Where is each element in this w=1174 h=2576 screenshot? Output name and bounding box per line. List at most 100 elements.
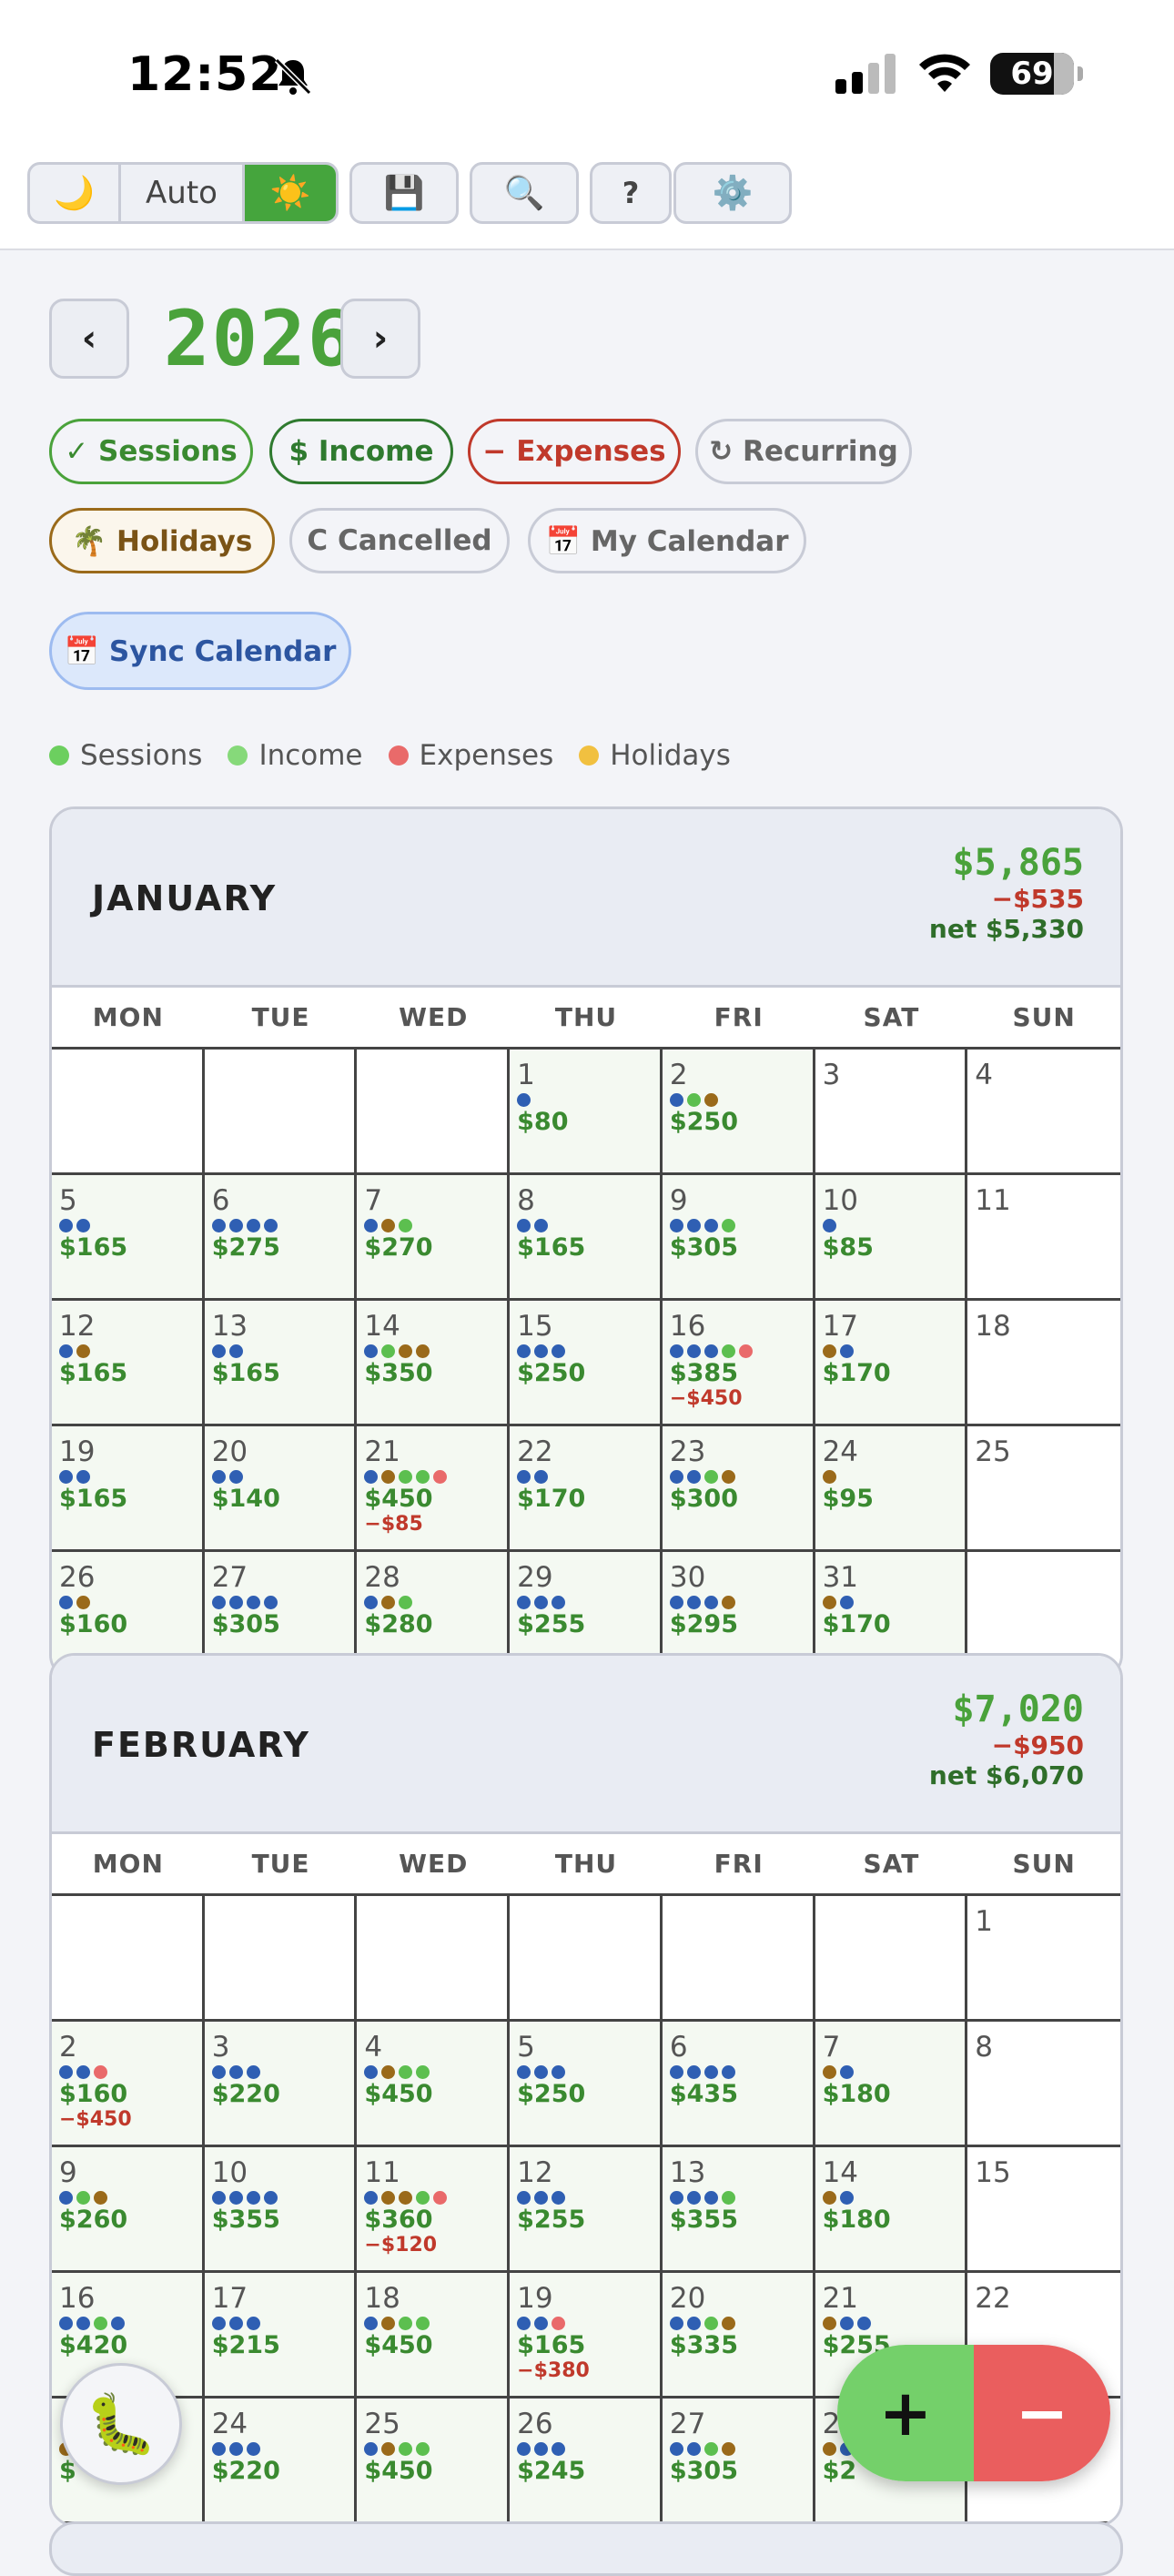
calendar-day-cell[interactable]: 4 $450 [357,2022,511,2147]
calendar-day-cell[interactable]: 18 [967,1301,1120,1426]
calendar-day-cell[interactable]: 20 $140 [204,1426,358,1552]
help-button[interactable]: ? [592,165,669,221]
add-income-button[interactable]: + [837,2345,974,2481]
theme-auto-button[interactable]: Auto [121,165,245,221]
year-title: 2026 [164,294,356,383]
sync-calendar-button[interactable]: 📅 Sync Calendar [49,612,351,690]
calendar-empty-cell [52,1050,205,1175]
day-income-amount: $305 [669,1233,738,1262]
day-number: 15 [975,2156,1011,2189]
day-income-amount: $275 [211,1233,280,1262]
event-dot [721,1596,735,1609]
calendar-day-cell[interactable]: 9 $305 [662,1175,815,1301]
calendar-day-cell[interactable]: 11 [967,1175,1120,1301]
event-dot [228,1219,243,1232]
event-dot [534,1470,549,1484]
calendar-day-cell[interactable]: 8 $165 [510,1175,663,1301]
event-dot [703,2317,718,2330]
event-dots [211,2065,355,2080]
next-year-button[interactable]: › [340,299,420,379]
calendar-day-cell[interactable]: 22 $170 [510,1426,663,1552]
event-dots [364,2317,507,2331]
calendar-day-cell[interactable]: 2 $160 −$450 [52,2022,205,2147]
calendar-day-cell[interactable]: 1 $80 [510,1050,663,1175]
event-dots [822,1344,966,1359]
calendar-day-cell[interactable]: 17 $215 [204,2273,358,2399]
calendar-day-cell[interactable]: 14 $350 [357,1301,511,1426]
event-dot [669,1093,683,1107]
filter-sessions-chip[interactable]: ✓ Sessions [49,419,253,484]
calendar-day-cell[interactable]: 7 $270 [357,1175,511,1301]
prev-year-button[interactable]: ‹ [49,299,129,379]
search-button-group: 🔍 [470,162,579,224]
calendar-day-cell[interactable]: 11 $360 −$120 [357,2147,511,2273]
calendar-day-cell[interactable]: 13 $355 [662,2147,815,2273]
bug-report-button[interactable]: 🐛 [60,2363,182,2485]
calendar-day-cell[interactable]: 15 $250 [510,1301,663,1426]
search-button[interactable]: 🔍 [472,165,576,221]
calendar-day-cell[interactable]: 6 $275 [204,1175,358,1301]
calendar-day-cell[interactable]: 21 $450 −$85 [357,1426,511,1552]
settings-button[interactable]: ⚙️ [676,165,789,221]
calendar-day-cell[interactable]: 17 $170 [815,1301,968,1426]
event-dot [76,1596,90,1609]
event-dot [399,1219,413,1232]
calendar-day-cell[interactable]: 7 $180 [815,2022,968,2147]
calendar-day-cell[interactable]: 15 [967,2147,1120,2273]
calendar-day-cell[interactable]: 3 [815,1050,968,1175]
filter-holidays-chip[interactable]: 🌴 Holidays [49,508,275,573]
theme-dark-button[interactable]: 🌙 [30,165,121,221]
calendar-day-cell[interactable]: 8 [967,2022,1120,2147]
help-button-group: ? [590,162,672,224]
calendar-day-cell[interactable]: 12 $165 [52,1301,205,1426]
filter-cancelled-chip[interactable]: C Cancelled [289,508,510,573]
day-income-amount: $305 [669,2457,738,2485]
theme-light-button[interactable]: ☀️ [245,165,336,221]
calendar-day-cell[interactable]: 25 $450 [357,2399,511,2524]
calendar-day-cell[interactable]: 10 $85 [815,1175,968,1301]
calendar-day-cell[interactable]: 13 $165 [204,1301,358,1426]
calendar-day-cell[interactable]: 14 $180 [815,2147,968,2273]
filter-income-chip[interactable]: $ Income [269,419,453,484]
day-number: 27 [669,2408,706,2440]
event-dots [364,2191,507,2206]
calendar-day-cell[interactable]: 24 $220 [204,2399,358,2524]
calendar-day-cell[interactable]: 5 $250 [510,2022,663,2147]
event-dot [364,1344,379,1358]
calendar-day-cell[interactable]: 25 [967,1426,1120,1552]
calendar-day-cell[interactable]: 18 $450 [357,2273,511,2399]
event-dots [211,1344,355,1359]
day-number: 2 [669,1059,688,1091]
calendar-day-cell[interactable]: 10 $355 [204,2147,358,2273]
calendar-day-cell[interactable]: 1 [967,1896,1120,2022]
calendar-day-cell[interactable]: 16 $385 −$450 [662,1301,815,1426]
calendar-day-cell[interactable]: 19 $165 [52,1426,205,1552]
event-dot [721,2442,735,2456]
filter-my-calendar-chip[interactable]: 📅 My Calendar [528,508,806,573]
event-dots [669,1344,813,1359]
day-number: 6 [211,1184,230,1217]
filter-recurring-chip[interactable]: ↻ Recurring [695,419,912,484]
calendar-day-cell[interactable]: 12 $255 [510,2147,663,2273]
calendar-day-cell[interactable]: 24 $95 [815,1426,968,1552]
calendar-day-cell[interactable]: 4 [967,1050,1120,1175]
calendar-day-cell[interactable]: 5 $165 [52,1175,205,1301]
event-dot [686,1344,701,1358]
save-button[interactable]: 💾 [352,165,456,221]
day-number: 9 [669,1184,688,1217]
calendar-day-cell[interactable]: 9 $260 [52,2147,205,2273]
add-expense-button[interactable]: − [974,2345,1110,2481]
calendar-day-cell[interactable]: 3 $220 [204,2022,358,2147]
day-number: 7 [364,1184,383,1217]
calendar-day-cell[interactable]: 19 $165 −$380 [510,2273,663,2399]
event-dot [686,1470,701,1484]
day-income-amount: $170 [822,1610,891,1638]
calendar-day-cell[interactable]: 27 $305 [662,2399,815,2524]
calendar-day-cell[interactable]: 26 $245 [510,2399,663,2524]
day-income-amount: $250 [517,1359,586,1387]
filter-expenses-chip[interactable]: − Expenses [468,419,681,484]
calendar-day-cell[interactable]: 23 $300 [662,1426,815,1552]
calendar-day-cell[interactable]: 20 $335 [662,2273,815,2399]
calendar-day-cell[interactable]: 2 $250 [662,1050,815,1175]
calendar-day-cell[interactable]: 6 $435 [662,2022,815,2147]
